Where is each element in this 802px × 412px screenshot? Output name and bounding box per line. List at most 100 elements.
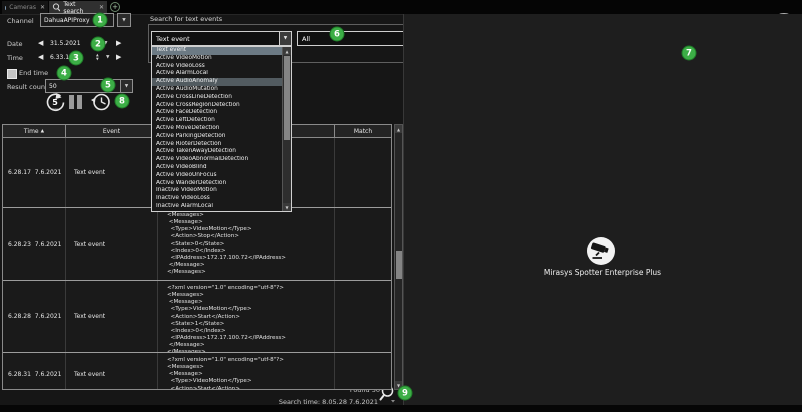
dropdown-item[interactable]: Active AudioMutation <box>152 86 291 94</box>
annotation-badge: 9 <box>398 386 413 401</box>
pause-icon[interactable] <box>68 94 84 110</box>
column-header-match[interactable]: Match <box>335 125 391 137</box>
product-name: Mirasys Spotter Enterprise Plus <box>403 268 802 277</box>
magnifier-icon <box>52 3 60 12</box>
dropdown-item[interactable]: Active TakenAwayDetection <box>152 148 291 156</box>
dropdown-item[interactable]: Inactive VideoMotion <box>152 187 291 195</box>
date-prev-button[interactable]: ◀ <box>38 39 43 47</box>
dropdown-item[interactable]: Active AlarmLocal <box>152 70 291 78</box>
spinner-down-icon[interactable]: ▼ <box>96 57 99 61</box>
cell-time: 6.28.31 7.6.2021 <box>3 353 66 390</box>
xml-line: </Messages> <box>167 269 334 276</box>
dropdown-item[interactable]: Active VideoLoss <box>152 63 291 71</box>
search-group-title: Search for text events <box>150 15 222 23</box>
svg-text:5: 5 <box>52 98 58 107</box>
end-time-checkbox[interactable] <box>7 69 17 79</box>
xml-line: <Message> <box>167 371 334 378</box>
dropdown-scrollbar[interactable]: ▲ ▼ <box>282 47 291 211</box>
date-next-button[interactable]: ▶ <box>116 39 121 47</box>
xml-line: </Message> <box>167 342 334 349</box>
chevron-down-icon: ▼ <box>125 84 128 89</box>
dropdown-item[interactable]: Active AudioAnomaly <box>152 78 291 86</box>
dropdown-item[interactable]: Inactive AlarmLocal <box>152 203 291 211</box>
channel-dropdown-button[interactable]: ▼ <box>117 13 131 27</box>
table-row[interactable]: 6.28.28 7.6.2021Text event<?xml version=… <box>3 281 391 353</box>
chevron-down-icon: ▼ <box>122 18 125 23</box>
cell-text: <?xml version="1.0" encoding="utf-8"?><M… <box>158 353 335 390</box>
text-search-window: Cameras ✕ Text search ✕ + Channel DahuaA… <box>0 0 802 412</box>
xml-line: <Action>Start</Action> <box>167 386 334 390</box>
xml-line: <Type>VideoMotion</Type> <box>167 306 334 313</box>
dropdown-item[interactable]: Active VideoUnFocus <box>152 172 291 180</box>
table-row[interactable]: 6.28.31 7.6.2021Text event<?xml version=… <box>3 353 391 390</box>
cell-text: <?xml version="1.0" encoding="utf-8"?><M… <box>158 281 335 352</box>
dropdown-item[interactable]: Active ParkingDetection <box>152 133 291 141</box>
dropdown-item[interactable]: Active LeftDetection <box>152 117 291 125</box>
dropdown-item[interactable]: Text event <box>152 47 291 55</box>
xml-line: <Index>0</Index> <box>167 328 334 335</box>
new-tab-button[interactable]: + <box>110 2 120 12</box>
scrollbar-thumb[interactable] <box>396 251 402 279</box>
result-count-label: Result count <box>7 83 48 91</box>
dropdown-item[interactable]: Active FaceDetection <box>152 109 291 117</box>
xml-line: <?xml version="1.0" encoding="utf-8"?> <box>167 357 334 364</box>
annotation-badge: 8 <box>115 94 130 109</box>
table-row[interactable]: 6.28.23 7.6.2021Text event<Messages> <Me… <box>3 208 391 281</box>
result-count-dropdown-button[interactable]: ▼ <box>120 79 133 93</box>
cell-match <box>335 138 391 207</box>
search-time: Search time: 8.05.28 7.6.2021 <box>268 398 378 406</box>
xml-line: <State>0</State> <box>167 241 334 248</box>
annotation-badge: 6 <box>330 27 345 42</box>
time-dropdown-icon[interactable]: ▼ <box>106 55 109 60</box>
xml-line: <State>1</State> <box>167 321 334 328</box>
cell-event: Text event <box>66 138 158 207</box>
dropdown-item[interactable]: Active MoveDetection <box>152 125 291 133</box>
table-scrollbar[interactable]: ▲ ▼ <box>394 124 403 390</box>
annotation-badge: 5 <box>101 78 116 93</box>
channel-label: Channel <box>7 17 34 25</box>
scroll-up-icon[interactable]: ▲ <box>395 125 402 133</box>
time-next-button[interactable]: ▶ <box>116 53 121 61</box>
dropdown-item[interactable]: Active RioterDetection <box>152 141 291 149</box>
dropdown-item[interactable]: Active WanderDetection <box>152 180 291 188</box>
cell-event: Text event <box>66 281 158 352</box>
cell-time: 6.28.28 7.6.2021 <box>3 281 66 352</box>
date-label: Date <box>7 40 23 48</box>
scrollbar-thumb[interactable] <box>284 56 290 140</box>
xml-line: </Message> <box>167 262 334 269</box>
video-display-area <box>403 14 802 405</box>
annotation-badge: 2 <box>91 37 106 52</box>
channel-value: DahuaAPIProxy <box>44 17 90 24</box>
xml-line: <?xml version="1.0" encoding="utf-8"?> <box>167 285 334 292</box>
annotation-badge: 7 <box>682 46 697 61</box>
close-icon[interactable]: ✕ <box>99 4 104 11</box>
close-icon[interactable]: ✕ <box>40 4 45 11</box>
scroll-down-icon[interactable]: ▼ <box>283 203 291 211</box>
cell-time: 6.28.17 7.6.2021 <box>3 138 66 207</box>
time-spinner[interactable]: ▲ ▼ <box>96 53 99 61</box>
column-header-event[interactable]: Event <box>66 125 158 137</box>
rewind-5min-icon[interactable]: 5 min <box>44 91 66 113</box>
xml-line: <Action>Start</Action> <box>167 314 334 321</box>
event-type-dropdown-list: Text eventActive VideoMotionActive Video… <box>151 46 292 212</box>
result-count-value: 50 <box>49 83 57 90</box>
chevron-down-icon[interactable]: ▼ <box>279 32 291 45</box>
clock-history-icon[interactable] <box>90 91 112 113</box>
xml-line: <Messages> <box>167 292 334 299</box>
dropdown-item[interactable]: Active VideoAbnormalDetection <box>152 156 291 164</box>
dropdown-item[interactable]: Active CrossLineDetection <box>152 94 291 102</box>
scroll-up-icon[interactable]: ▲ <box>283 47 291 55</box>
xml-line: <IPAddress>172.17.100.72</IPAddress> <box>167 255 334 262</box>
dropdown-item[interactable]: Active VideoMotion <box>152 55 291 63</box>
xml-line: <Messages> <box>167 364 334 371</box>
dropdown-item[interactable]: Active VideoBlind <box>152 164 291 172</box>
dropdown-item[interactable]: Active CrossRegionDetection <box>152 102 291 110</box>
xml-line: <Type>VideoMotion</Type> <box>167 378 334 385</box>
column-header-time[interactable]: Time ▲ <box>3 125 66 137</box>
time-label: Time <box>7 54 23 62</box>
dropdown-item[interactable]: Inactive VideoLoss <box>152 195 291 203</box>
event-type-value: Text event <box>152 35 279 43</box>
event-type-combobox[interactable]: Text event ▼ <box>151 31 292 46</box>
dropdown-items: Text eventActive VideoMotionActive Video… <box>152 47 291 211</box>
time-prev-button[interactable]: ◀ <box>38 53 43 61</box>
